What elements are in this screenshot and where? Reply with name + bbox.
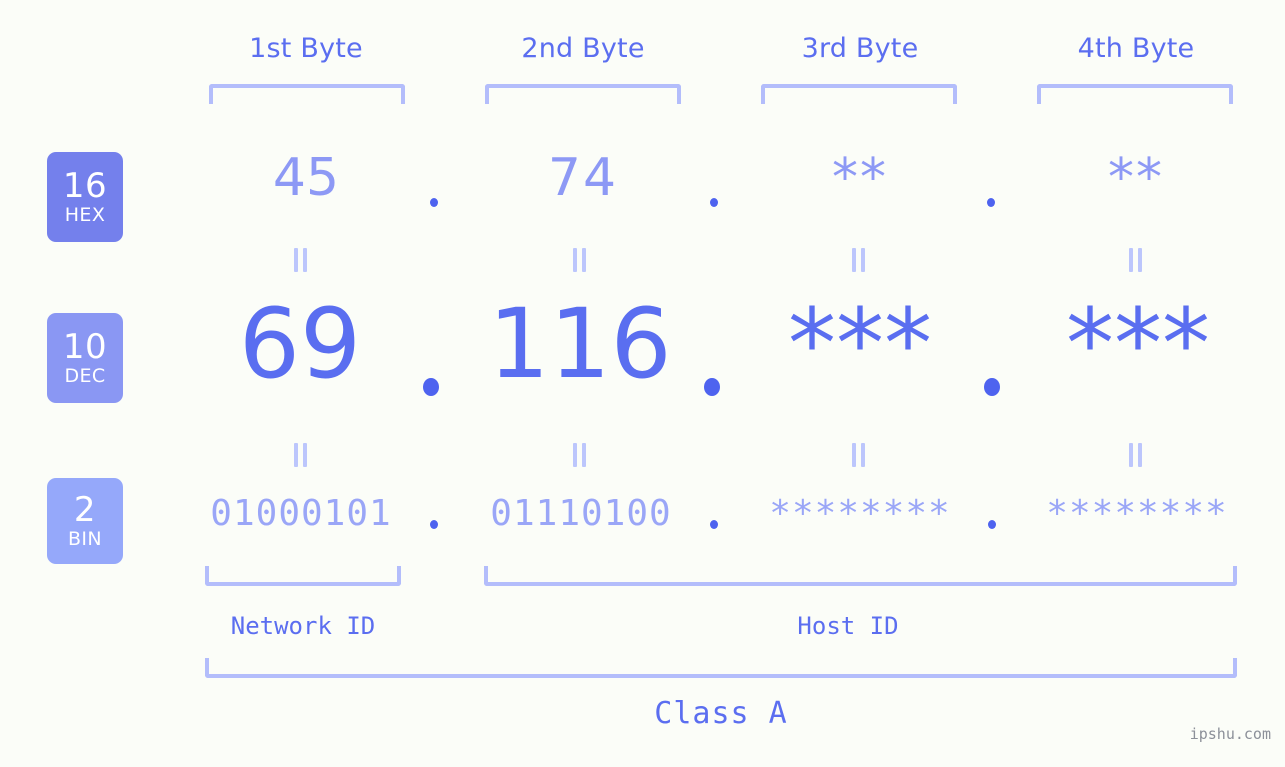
hex-byte-3: ** [832, 148, 888, 208]
base-badge-bin: 2 BIN [47, 478, 123, 564]
dec-byte-4: *** [1066, 288, 1210, 400]
dec-byte-3: *** [788, 288, 932, 400]
bin-separator-dot-3 [988, 520, 996, 529]
dec-byte-2: 116 [488, 288, 672, 400]
equals-mark-dec-bin-1 [293, 443, 309, 467]
equals-mark-dec-bin-2 [572, 443, 588, 467]
class-bracket [205, 658, 1237, 678]
hex-byte-4: ** [1108, 148, 1164, 208]
dec-byte-1: 69 [238, 288, 362, 400]
base-badge-dec-number: 10 [62, 327, 108, 367]
byte-bracket-2 [485, 84, 681, 104]
dec-separator-dot-3 [984, 378, 1000, 396]
byte-bracket-3 [761, 84, 957, 104]
dec-separator-dot-2 [704, 378, 720, 396]
equals-mark-dec-bin-3 [851, 443, 867, 467]
class-label: Class A [654, 696, 788, 731]
byte-header-4: 4th Byte [1077, 33, 1195, 64]
byte-header-3: 3rd Byte [801, 33, 919, 64]
host-id-label: Host ID [797, 612, 899, 640]
bin-byte-3: ******** [769, 493, 951, 534]
equals-mark-hex-dec-1 [293, 248, 309, 272]
base-badge-hex: 16 HEX [47, 152, 123, 242]
bin-byte-1: 01000101 [210, 493, 392, 534]
bin-byte-2: 01110100 [490, 493, 672, 534]
base-badge-dec-abbr: DEC [64, 365, 106, 387]
equals-mark-dec-bin-4 [1128, 443, 1144, 467]
base-badge-hex-abbr: HEX [64, 204, 106, 226]
hex-separator-dot-3 [987, 198, 995, 207]
byte-bracket-1 [209, 84, 405, 104]
network-id-label: Network ID [230, 612, 376, 640]
equals-mark-hex-dec-3 [851, 248, 867, 272]
byte-bracket-4 [1037, 84, 1233, 104]
equals-mark-hex-dec-4 [1128, 248, 1144, 272]
hex-separator-dot-2 [710, 198, 718, 207]
hex-separator-dot-1 [430, 198, 438, 207]
base-badge-bin-abbr: BIN [67, 528, 103, 550]
bin-byte-4: ******** [1046, 493, 1228, 534]
dec-separator-dot-1 [423, 378, 439, 396]
ip-byte-breakdown-diagram: 1st Byte 2nd Byte 3rd Byte 4th Byte 16 H… [0, 0, 1285, 767]
host-id-bracket [484, 566, 1237, 586]
base-badge-dec: 10 DEC [47, 313, 123, 403]
bin-separator-dot-2 [710, 520, 718, 529]
network-id-bracket [205, 566, 401, 586]
base-badge-bin-number: 2 [73, 490, 97, 530]
byte-header-1: 1st Byte [249, 33, 363, 64]
byte-header-2: 2nd Byte [521, 33, 645, 64]
bin-separator-dot-1 [430, 520, 438, 529]
hex-byte-1: 45 [272, 148, 340, 208]
hex-byte-2: 74 [547, 148, 619, 208]
equals-mark-hex-dec-2 [572, 248, 588, 272]
watermark: ipshu.com [1189, 725, 1271, 743]
base-badge-hex-number: 16 [62, 166, 108, 206]
